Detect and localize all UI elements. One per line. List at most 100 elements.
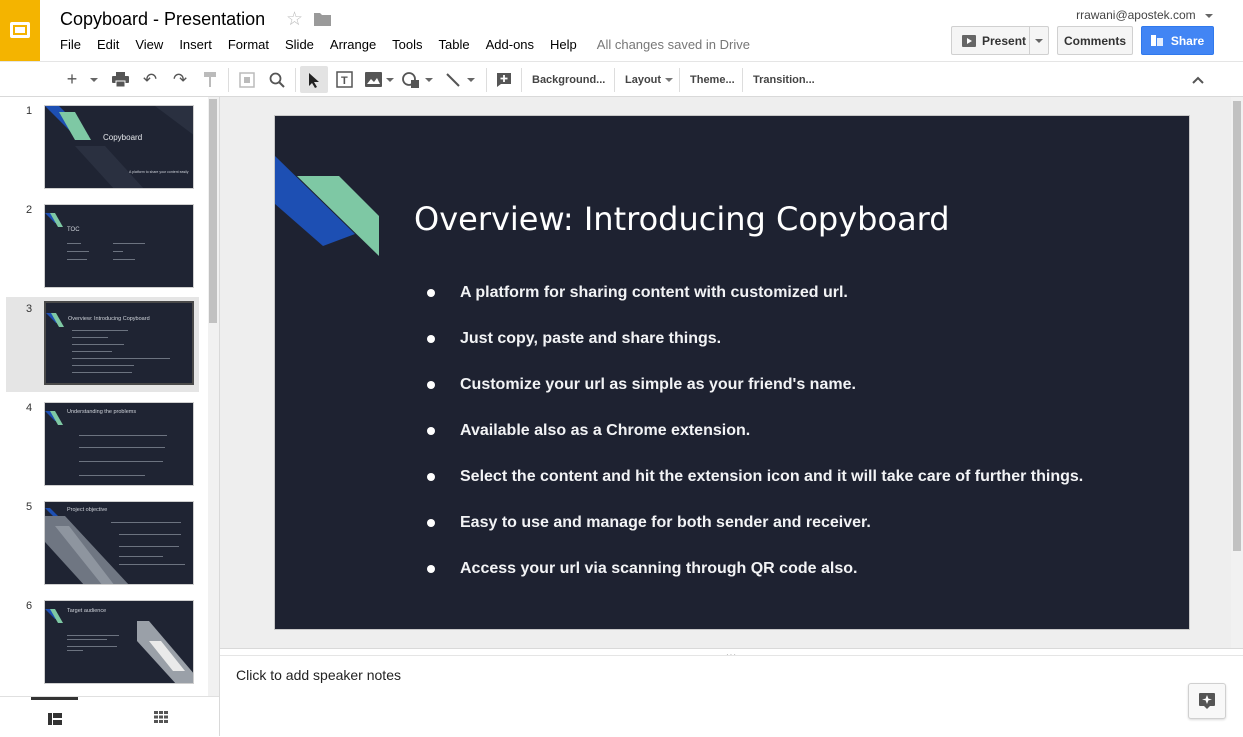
slides-logo[interactable] xyxy=(0,0,40,61)
slide-number: 1 xyxy=(26,105,33,117)
slide-text-line xyxy=(67,639,107,640)
menu-help[interactable]: Help xyxy=(550,37,577,52)
slide-title: TOC xyxy=(67,227,80,233)
menu-insert[interactable]: Insert xyxy=(179,37,212,52)
slide-preview: Understanding the problems xyxy=(44,402,194,486)
slide-text-line xyxy=(67,251,89,252)
new-slide-icon[interactable]: + xyxy=(62,62,82,97)
menu-table[interactable]: Table xyxy=(439,37,470,52)
slide-text-line xyxy=(72,330,128,331)
share-button[interactable]: Share xyxy=(1141,26,1214,55)
filmstrip-view-switcher xyxy=(0,696,219,736)
slide-number: 3 xyxy=(26,303,33,315)
bullet-item: Customize your url as simple as your fri… xyxy=(425,375,1083,421)
star-icon[interactable]: ☆ xyxy=(286,8,303,31)
filmstrip-scroll-thumb[interactable] xyxy=(209,99,217,323)
menu-edit[interactable]: Edit xyxy=(97,37,119,52)
slide-text-line xyxy=(119,534,181,535)
explore-button[interactable] xyxy=(1188,683,1226,719)
present-button[interactable]: Present xyxy=(952,27,1030,54)
slide-text-line xyxy=(111,522,181,523)
toolbar-divider xyxy=(614,68,615,92)
slide-text-line xyxy=(67,646,117,647)
text-box-icon[interactable]: T xyxy=(332,62,356,97)
slide-text-line xyxy=(79,447,165,448)
image-dropdown[interactable] xyxy=(385,62,395,97)
slide-thumbnail-2[interactable]: 2 TOC xyxy=(6,198,199,293)
layout-button[interactable]: Layout xyxy=(625,62,674,97)
filmstrip-view-button[interactable] xyxy=(31,697,78,737)
zoom-icon[interactable] xyxy=(265,62,289,97)
background-button[interactable]: Background... xyxy=(532,62,605,97)
share-label: Share xyxy=(1170,33,1205,48)
redo-icon[interactable]: ↷ xyxy=(168,62,192,97)
speaker-notes-placeholder[interactable]: Click to add speaker notes xyxy=(236,667,401,683)
menu-slide[interactable]: Slide xyxy=(285,37,314,52)
user-email[interactable]: rrawani@apostek.com xyxy=(1076,8,1213,22)
slide-title[interactable]: Overview: Introducing Copyboard xyxy=(414,200,950,238)
slide-number: 5 xyxy=(26,501,33,513)
folder-icon[interactable] xyxy=(314,12,331,26)
slide-text-line xyxy=(67,243,81,244)
print-icon[interactable] xyxy=(108,62,132,97)
comments-button[interactable]: Comments xyxy=(1057,26,1133,55)
share-people-icon xyxy=(1150,35,1163,46)
toolbar-divider xyxy=(228,68,229,92)
collapse-toolbar-icon[interactable] xyxy=(1186,62,1210,97)
menu-format[interactable]: Format xyxy=(228,37,269,52)
shape-icon[interactable] xyxy=(398,62,424,97)
slide-thumbnail-1[interactable]: 1 Copyboard A platform to share your con… xyxy=(6,99,199,194)
canvas-scroll-thumb[interactable] xyxy=(1233,101,1241,551)
zoom-fit-icon[interactable] xyxy=(235,62,259,97)
toolbar: + ↶ ↷ T Background... Layout Theme... Tr… xyxy=(0,61,1243,97)
slide-text-line xyxy=(119,546,179,547)
slide-title: Understanding the problems xyxy=(67,409,137,415)
slide-thumbnail-5[interactable]: 5 Project objective xyxy=(6,495,199,590)
present-button-group: Present xyxy=(951,26,1049,55)
menu-view[interactable]: View xyxy=(135,37,163,52)
slide-text-line xyxy=(72,358,170,359)
menu-addons[interactable]: Add-ons xyxy=(486,37,534,52)
grid-view-button[interactable] xyxy=(140,697,182,737)
document-title[interactable]: Copyboard - Presentation xyxy=(60,9,265,30)
line-icon[interactable] xyxy=(440,62,466,97)
slide-text-line xyxy=(119,556,163,557)
line-dropdown[interactable] xyxy=(466,62,476,97)
undo-icon[interactable]: ↶ xyxy=(138,62,162,97)
slide-number: 2 xyxy=(26,204,33,216)
image-icon[interactable] xyxy=(361,62,385,97)
canvas-scrollbar[interactable] xyxy=(1231,97,1243,648)
paint-format-icon[interactable] xyxy=(199,62,221,97)
slide-decoration xyxy=(45,411,63,425)
list-view-icon xyxy=(47,712,62,725)
save-status[interactable]: All changes saved in Drive xyxy=(597,37,750,52)
add-comment-icon[interactable] xyxy=(492,62,516,97)
slide-thumbnail-3[interactable]: 3 Overview: Introducing Copyboard xyxy=(6,297,199,392)
layout-label: Layout xyxy=(625,73,662,86)
slide-thumbnail-6[interactable]: 6 Target audience xyxy=(6,594,199,689)
slide-text-line xyxy=(79,435,167,436)
slide-preview: Overview: Introducing Copyboard xyxy=(44,301,194,385)
current-slide[interactable]: Overview: Introducing Copyboard A platfo… xyxy=(274,115,1190,630)
theme-button[interactable]: Theme... xyxy=(690,62,735,97)
speaker-notes[interactable]: Click to add speaker notes xyxy=(220,656,1243,736)
present-dropdown-button[interactable] xyxy=(1030,38,1048,43)
slide-preview: Target audience xyxy=(44,600,194,684)
slide-text-line xyxy=(72,351,112,352)
slide-body[interactable]: A platform for sharing content with cust… xyxy=(425,283,1083,605)
slide-decoration xyxy=(45,508,129,584)
menu-arrange[interactable]: Arrange xyxy=(330,37,376,52)
explore-icon xyxy=(1199,693,1215,709)
grid-view-icon xyxy=(154,711,168,723)
shape-dropdown[interactable] xyxy=(424,62,434,97)
notes-resize-handle[interactable]: ··· xyxy=(220,648,1243,659)
transition-button[interactable]: Transition... xyxy=(753,62,815,97)
select-cursor-icon[interactable] xyxy=(300,66,328,93)
menu-tools[interactable]: Tools xyxy=(392,37,422,52)
app-header: Copyboard - Presentation ☆ File Edit Vie… xyxy=(0,0,1243,61)
menu-file[interactable]: File xyxy=(60,37,81,52)
slide-thumbnail-4[interactable]: 4 Understanding the problems xyxy=(6,396,199,491)
new-slide-dropdown[interactable] xyxy=(88,62,100,97)
toolbar-divider xyxy=(295,68,296,92)
slide-filmstrip: 1 Copyboard A platform to share your con… xyxy=(0,97,220,736)
